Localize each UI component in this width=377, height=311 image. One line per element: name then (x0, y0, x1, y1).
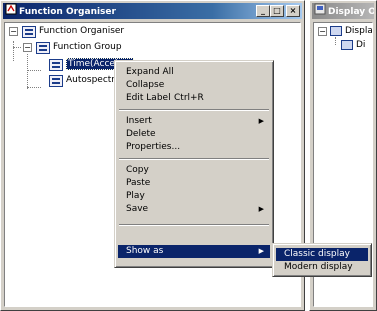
menu-item-show-as[interactable]: Show as ▶ (118, 245, 270, 258)
menu-item-expand-all[interactable]: Expand All (118, 66, 270, 79)
display-icon (341, 40, 353, 50)
close-button[interactable]: × (286, 5, 300, 17)
menu-item-label: Expand All (126, 67, 174, 77)
collapse-toggle[interactable]: − (23, 43, 32, 52)
menu-item-save[interactable]: Save ▶ (118, 203, 270, 216)
context-menu: Expand All Collapse Edit Label Ctrl+R Ins… (114, 60, 274, 268)
function-icon (49, 59, 63, 71)
organiser-icon (22, 26, 36, 38)
menu-item-label: Modern display (284, 262, 353, 272)
menu-item-shortcut: Ctrl+R (174, 93, 204, 103)
collapse-toggle[interactable]: − (9, 27, 18, 36)
menu-item-label: Play (126, 191, 145, 201)
app-icon (314, 3, 326, 19)
collapse-toggle[interactable]: − (318, 27, 327, 36)
tree-connector (13, 47, 21, 48)
menu-item-label: Classic display (284, 249, 350, 259)
menu-item-insert[interactable]: Insert ▶ (118, 115, 270, 128)
menu-item-label: Collapse (126, 80, 165, 90)
tree-connector (13, 41, 14, 61)
maximize-button[interactable]: □ (270, 5, 284, 17)
menu-item-play[interactable]: Play (118, 190, 270, 203)
menu-item-label: Insert (126, 116, 152, 126)
tree-node-display-item[interactable]: Di (356, 40, 365, 50)
menu-item-edit-label[interactable]: Edit Label Ctrl+R (118, 92, 270, 105)
function-group-icon (36, 42, 50, 54)
tree-node-function-organiser[interactable]: Function Organiser (39, 26, 124, 36)
display-icon (330, 26, 342, 36)
menu-item-collapse[interactable]: Collapse (118, 79, 270, 92)
menu-item-label: Edit Label (126, 93, 171, 103)
menu-item-classic-display[interactable]: Classic display (276, 248, 368, 261)
submenu-arrow-icon: ▶ (258, 117, 264, 125)
menu-item-label: Delete (126, 129, 156, 139)
submenu-arrow-icon: ▶ (258, 205, 264, 213)
title-bar[interactable]: Display O (312, 3, 374, 19)
menu-item-properties[interactable]: Properties... (118, 141, 270, 154)
tree-connector (27, 54, 28, 89)
menu-item-label: Save (126, 204, 149, 214)
menu-item-label: Show as (126, 246, 164, 256)
menu-item-paste[interactable]: Paste (118, 177, 270, 190)
tree-node-function-group[interactable]: Function Group (53, 42, 122, 52)
menu-item-modern-display[interactable]: Modern display (276, 261, 368, 274)
menu-separator (119, 109, 269, 111)
menu-separator (119, 224, 269, 226)
show-as-submenu: Classic display Modern display (272, 243, 372, 277)
tree-connector (335, 37, 336, 45)
menu-item-label: Properties... (126, 142, 181, 152)
menu-item-copy[interactable]: Copy (118, 164, 270, 177)
menu-item-label: Copy (126, 165, 149, 175)
function-icon (49, 75, 63, 87)
submenu-arrow-icon: ▶ (258, 247, 264, 255)
window-title: Function Organiser (19, 7, 116, 17)
menu-item-label: Paste (126, 178, 151, 188)
app-icon (5, 3, 17, 19)
menu-item-delete[interactable]: Delete (118, 128, 270, 141)
tree-node-display[interactable]: Display (345, 26, 372, 36)
title-bar[interactable]: Function Organiser _ □ × (3, 3, 302, 19)
window-title: Display O (328, 7, 374, 17)
minimize-button[interactable]: _ (256, 5, 270, 17)
menu-separator (119, 158, 269, 160)
tree-connector (27, 87, 41, 88)
tree-connector (27, 70, 41, 71)
